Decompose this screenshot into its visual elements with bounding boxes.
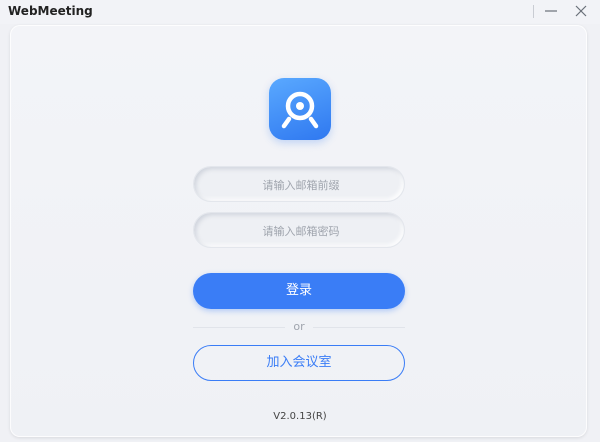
login-button[interactable]: 登录 <box>193 273 405 309</box>
email-prefix-field[interactable] <box>193 166 408 203</box>
version-label: V2.0.13(R) <box>273 411 327 422</box>
webcam-icon <box>281 91 319 129</box>
email-prefix-input[interactable] <box>194 167 408 203</box>
email-password-input[interactable] <box>194 213 408 249</box>
app-title: WebMeeting <box>8 4 93 18</box>
or-label: or <box>285 320 313 333</box>
close-icon[interactable] <box>571 1 591 21</box>
app-logo <box>269 78 331 140</box>
email-password-field[interactable] <box>193 212 408 249</box>
minimize-icon[interactable] <box>541 1 561 21</box>
join-meeting-button[interactable]: 加入会议室 <box>193 345 405 381</box>
titlebar-divider <box>533 5 534 18</box>
title-bar: WebMeeting <box>0 0 600 24</box>
